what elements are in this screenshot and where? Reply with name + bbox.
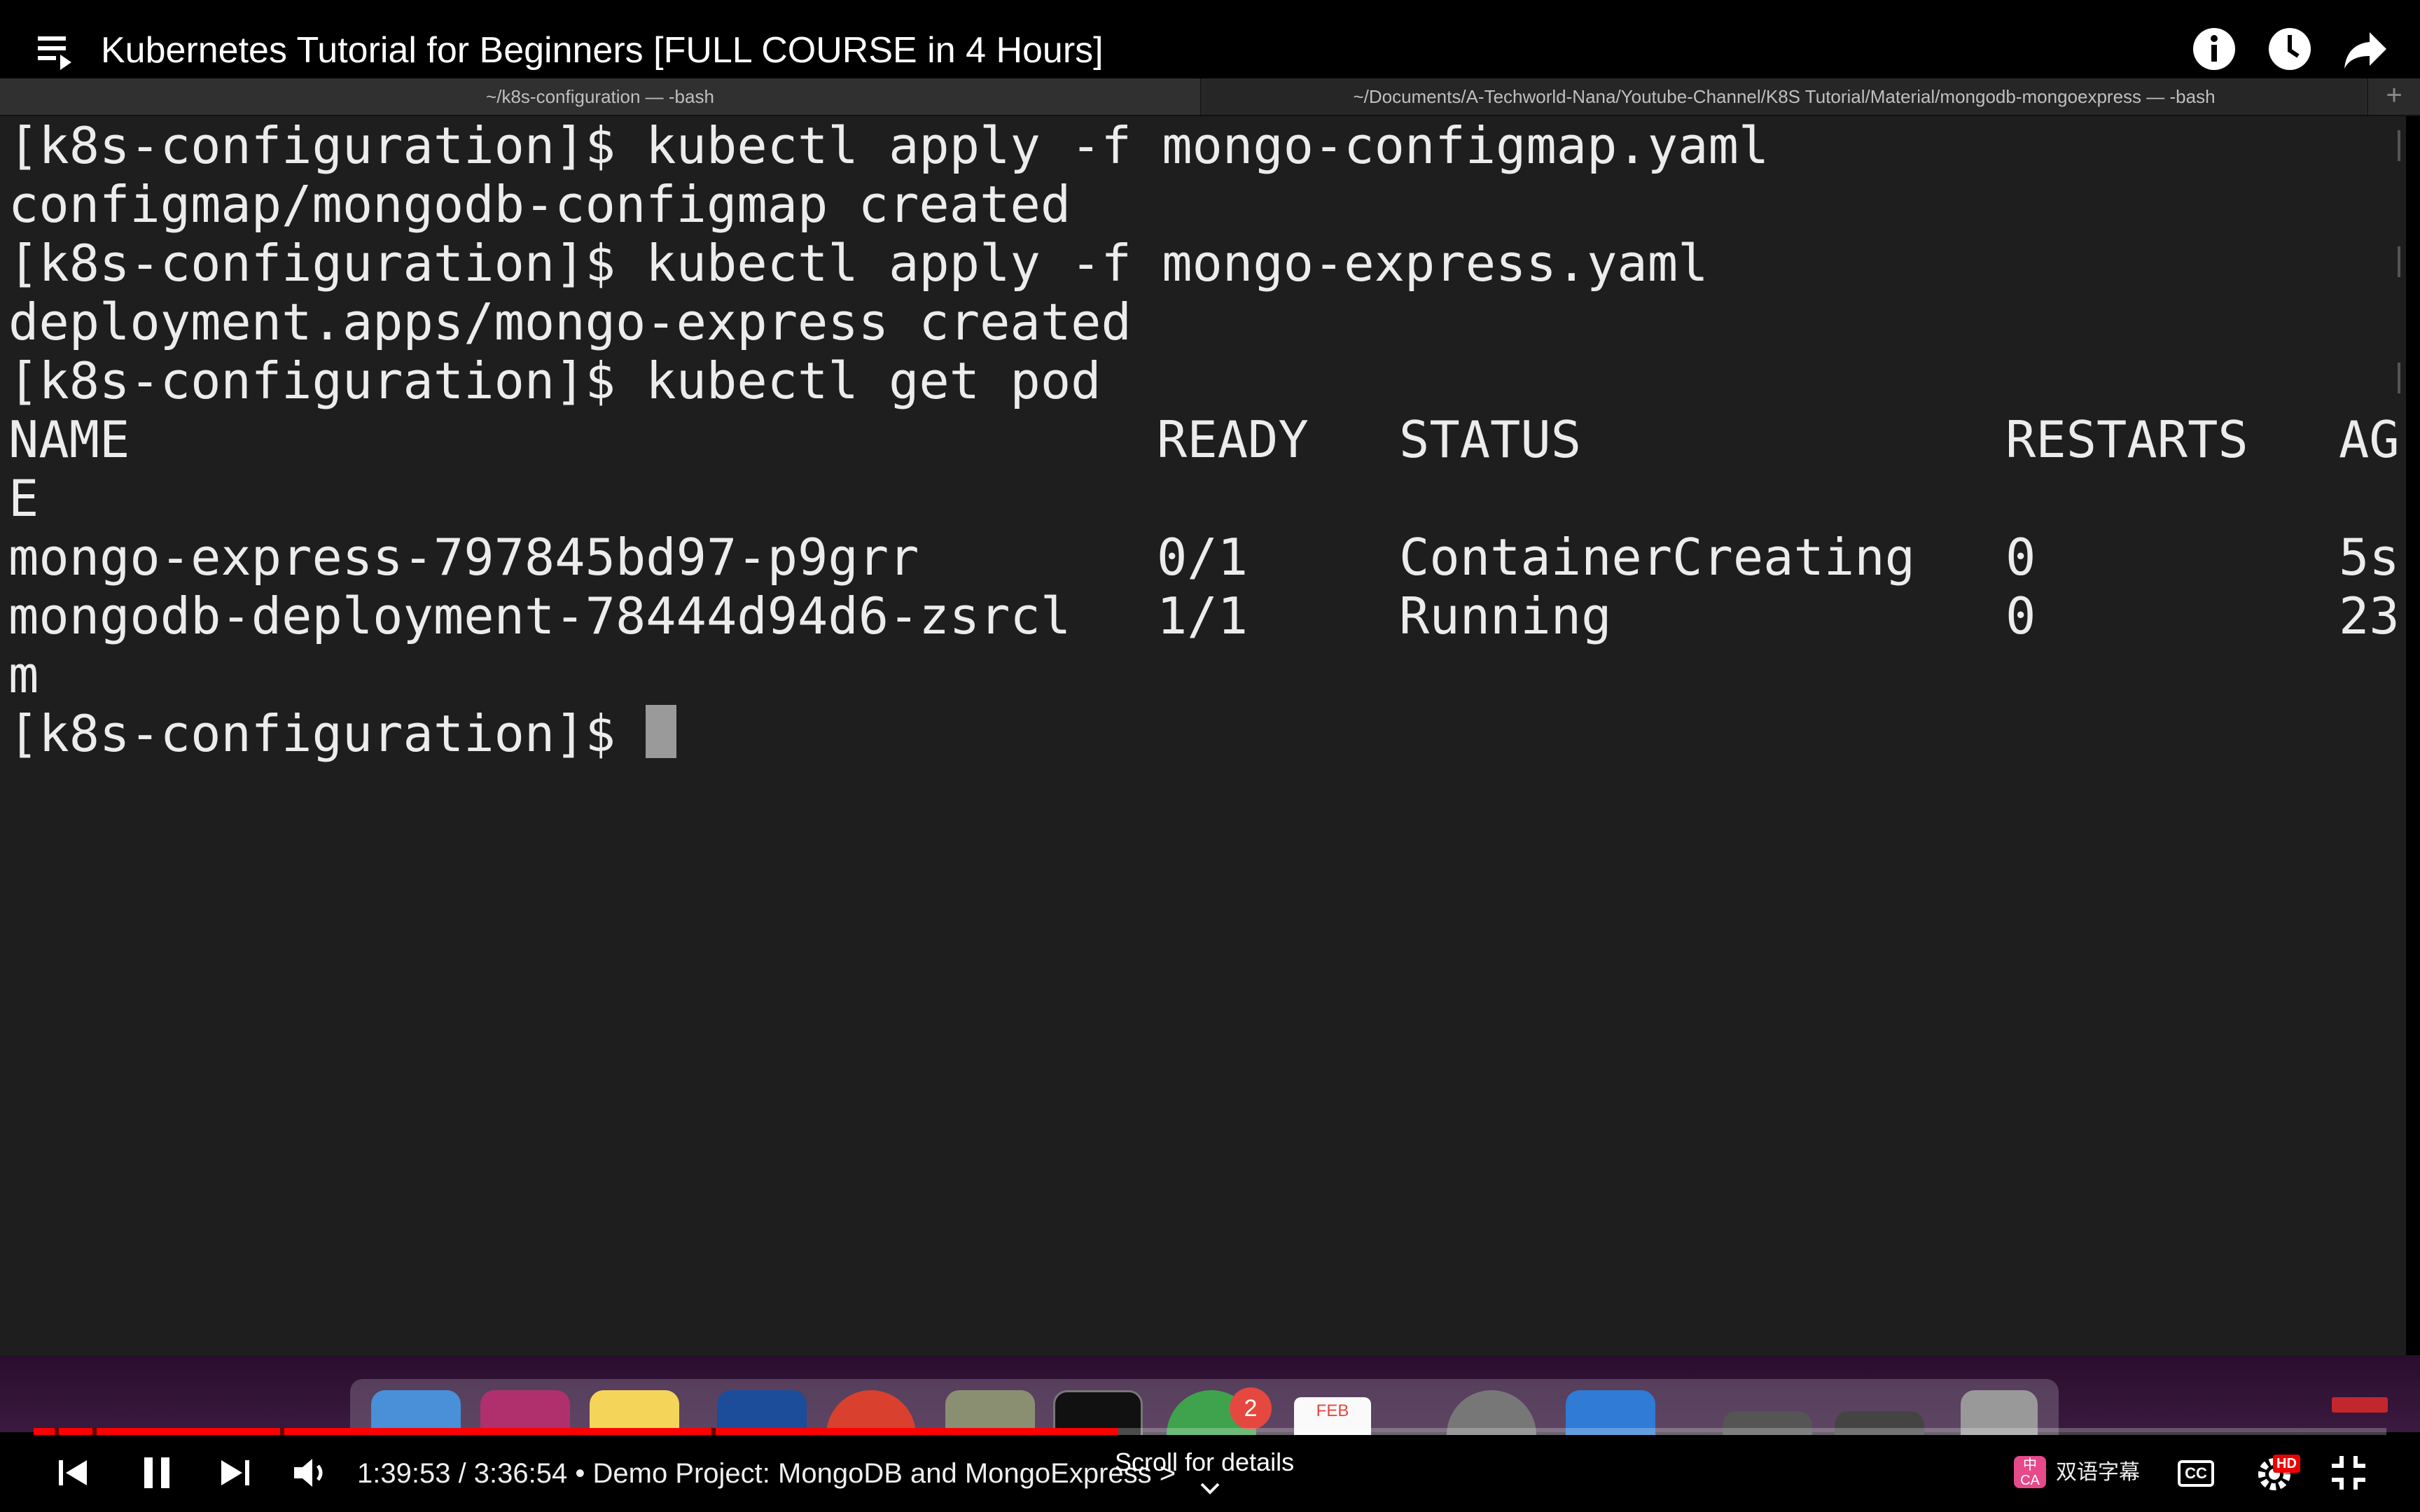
pod-status: Running: [1399, 587, 1612, 645]
pod-restarts: 0: [2005, 528, 2036, 587]
pod-age-wrap: m: [8, 645, 39, 704]
share-icon[interactable]: [2342, 25, 2389, 73]
pod-ready: 1/1: [1157, 587, 1249, 645]
terminal-tab-mongodb-mongoexpress[interactable]: ~/Documents/A-Techworld-Nana/Youtube-Cha…: [1203, 78, 2365, 115]
notification-badge: 2: [1230, 1387, 1272, 1429]
terminal-prompt: [k8s-configuration]$: [8, 704, 616, 763]
terminal-line: deployment.apps/mongo-express created: [8, 293, 1132, 351]
scroll-marker: [2398, 130, 2400, 161]
table-row: mongodb-deployment-78444d94d6-zsrcl 1/1 …: [8, 587, 2403, 645]
scroll-for-details[interactable]: Scroll for details: [1115, 1443, 1294, 1481]
playlist-icon[interactable]: [35, 31, 77, 73]
pause-icon[interactable]: [134, 1450, 179, 1495]
scroll-marker: [2398, 246, 2400, 277]
column-header-ready: READY: [1157, 410, 1309, 469]
pod-age: 5s: [2339, 528, 2400, 587]
column-header-age: AG: [2339, 410, 2400, 469]
terminal-line: [k8s-configuration]$ kubectl get pod: [8, 351, 1101, 410]
pod-table-header-wrap: E: [8, 469, 39, 528]
terminal-tab-bar: ~/k8s-configuration — -bash ~/Documents/…: [0, 78, 2420, 116]
volume-icon[interactable]: [288, 1450, 333, 1495]
terminal-window[interactable]: [k8s-configuration]$ kubectl apply -f mo…: [0, 116, 2406, 1355]
terminal-tab-k8s-configuration[interactable]: ~/k8s-configuration — -bash: [0, 78, 1202, 115]
bilingual-subtitles-label[interactable]: 双语字幕: [2056, 1456, 2140, 1490]
video-progress-bar[interactable]: [34, 1428, 2386, 1435]
pod-name: mongo-express-797845bd97-p9grr: [8, 528, 919, 587]
pod-age: 23: [2339, 587, 2400, 645]
column-header-status: STATUS: [1399, 410, 1582, 469]
terminal-line: [k8s-configuration]$ kubectl apply -f mo…: [8, 116, 1769, 175]
chapter-marker: [55, 1428, 59, 1435]
terminal-cursor: [646, 705, 677, 758]
exit-fullscreen-icon[interactable]: [2326, 1450, 2371, 1495]
column-header-restarts: RESTARTS: [2005, 410, 2248, 469]
add-tab-button[interactable]: +: [2367, 78, 2420, 115]
chapter-marker: [280, 1428, 284, 1435]
video-top-bar: Kubernetes Tutorial for Beginners [FULL …: [0, 0, 2420, 78]
terminal-prompt-line[interactable]: [k8s-configuration]$: [8, 704, 677, 763]
info-icon[interactable]: [2190, 25, 2238, 73]
pod-restarts: 0: [2005, 587, 2036, 645]
terminal-line: configmap/mongodb-configmap created: [8, 175, 1071, 234]
previous-icon[interactable]: [50, 1450, 95, 1495]
table-row: mongo-express-797845bd97-p9grr 0/1 Conta…: [8, 528, 2403, 587]
chapter-marker: [92, 1428, 97, 1435]
pod-status: ContainerCreating: [1399, 528, 1915, 587]
chapter-marker: [711, 1428, 716, 1435]
hd-badge: HD: [2273, 1455, 2300, 1473]
scroll-marker: [2398, 363, 2400, 393]
time-and-chapter[interactable]: 1:39:53 / 3:36:54 • Demo Project: MongoD…: [357, 1455, 1176, 1492]
next-icon[interactable]: [213, 1450, 258, 1495]
column-header-name: NAME: [8, 410, 130, 469]
chevron-down-icon[interactable]: [1197, 1478, 1223, 1499]
captions-icon[interactable]: CC: [2178, 1460, 2214, 1487]
pod-ready: 0/1: [1157, 528, 1249, 587]
video-title[interactable]: Kubernetes Tutorial for Beginners [FULL …: [101, 21, 1104, 80]
video-progress-fill: [34, 1428, 1118, 1435]
bilingual-subtitles-icon[interactable]: 中 CA: [2014, 1456, 2046, 1488]
watch-later-icon[interactable]: [2266, 25, 2314, 73]
pod-table-header: NAME READY STATUS RESTARTS AG: [8, 410, 2403, 469]
pod-name: mongodb-deployment-78444d94d6-zsrcl: [8, 587, 1071, 645]
subscribe-watermark[interactable]: [2332, 1397, 2388, 1413]
terminal-line: [k8s-configuration]$ kubectl apply -f mo…: [8, 234, 1709, 293]
